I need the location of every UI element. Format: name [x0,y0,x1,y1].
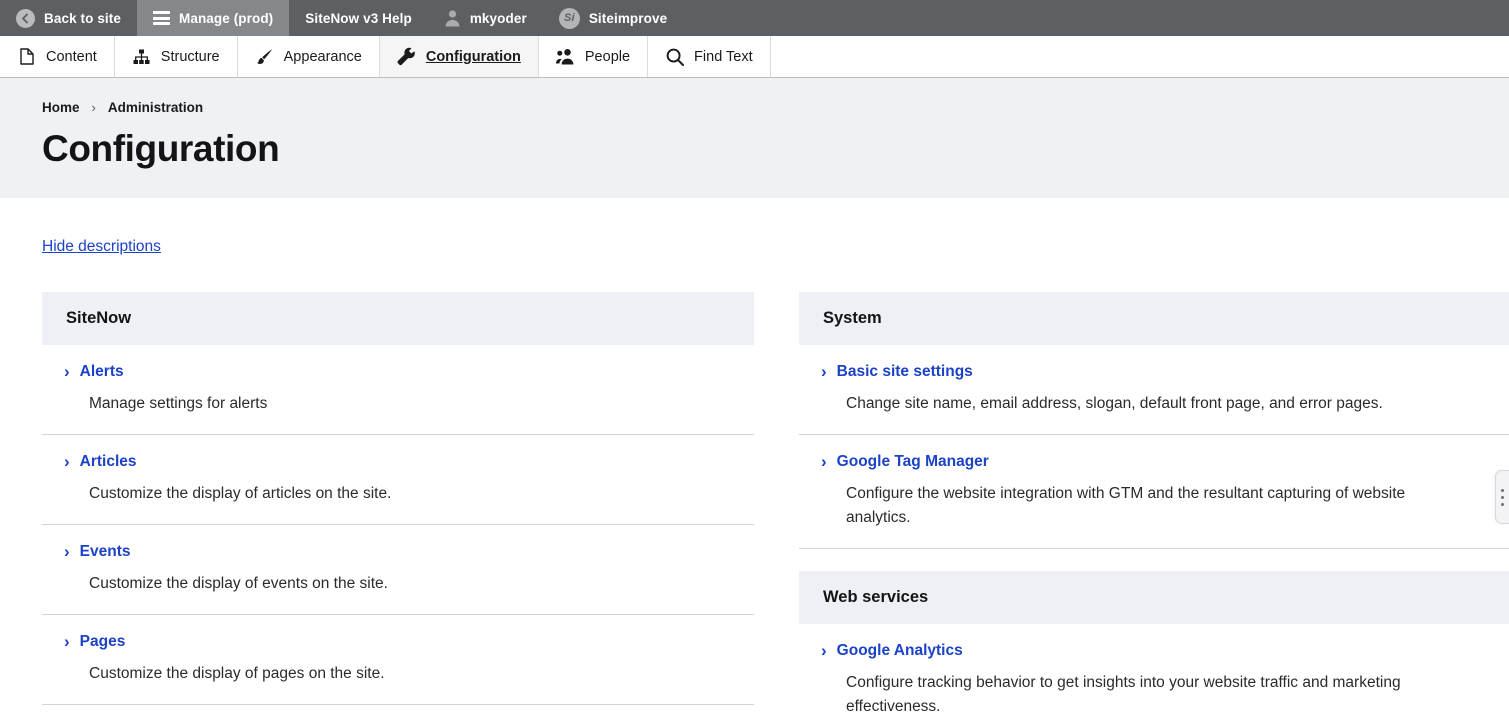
chevron-right-icon: › [64,632,70,652]
page-header: Home › Administration Configuration [0,78,1509,198]
config-item-link-row[interactable]: › Pages [42,632,754,651]
menu-item-appearance[interactable]: Appearance [238,36,380,77]
configuration-columns: SiteNow › Alerts Manage settings for ale… [42,292,1509,718]
config-item-link-row[interactable]: › Alerts [42,362,754,381]
config-item-link-row[interactable]: › Articles [42,452,754,471]
section-title-web-services: Web services [799,571,1509,625]
menu-item-configuration[interactable]: Configuration [379,36,539,77]
config-link-articles[interactable]: Articles [80,453,137,471]
chevron-right-icon: › [821,452,827,472]
menu-item-people[interactable]: People [539,36,649,77]
config-link-pages[interactable]: Pages [80,633,126,651]
section-title-sitenow: SiteNow [42,292,754,345]
grip-dot-icon [1501,502,1504,506]
toolbar-label-siteimprove: Siteimprove [588,10,668,26]
toolbar-item-sitenow-help[interactable]: SiteNow v3 Help [289,0,428,36]
configuration-column-left: SiteNow › Alerts Manage settings for ale… [42,292,754,718]
menu-item-content[interactable]: Content [0,36,115,77]
breadcrumb-item-home[interactable]: Home [42,100,80,115]
config-link-google-tag-manager[interactable]: Google Tag Manager [837,453,989,471]
config-item-google-tag-manager: › Google Tag Manager Configure the websi… [799,435,1509,550]
config-link-alerts[interactable]: Alerts [80,363,124,381]
config-item-alerts: › Alerts Manage settings for alerts [42,345,754,436]
config-item-pages: › Pages Customize the display of pages o… [42,615,754,706]
config-section-system: System › Basic site settings Change site… [799,292,1509,550]
toggle-descriptions-link[interactable]: Hide descriptions [42,238,161,256]
admin-toolbar: Back to site Manage (prod) SiteNow v3 He… [0,0,1509,36]
config-item-basic-site-settings: › Basic site settings Change site name, … [799,345,1509,436]
siteimprove-badge-icon: Si [558,7,580,29]
config-item-people: › People Customize the display of people… [42,705,754,718]
config-item-link-row[interactable]: › Google Analytics [799,641,1509,660]
chevron-right-icon: › [64,452,70,472]
paintbrush-icon [255,47,274,66]
chevron-right-icon: › [64,362,70,381]
sitemap-icon [132,47,151,66]
section-title-system: System [799,292,1509,345]
config-link-google-analytics[interactable]: Google Analytics [837,642,963,660]
menu-item-find-text[interactable]: Find Text [648,36,771,77]
toolbar-label-back-to-site: Back to site [44,10,121,26]
config-desc-google-analytics: Configure tracking behavior to get insig… [846,674,1401,716]
config-link-events[interactable]: Events [80,543,131,561]
config-desc-pages: Customize the display of pages on the si… [89,665,385,683]
grip-dot-icon [1501,488,1504,492]
config-item-link-row[interactable]: › Events [42,542,754,561]
chevron-right-icon: › [821,641,827,661]
chevron-right-icon: › [64,542,70,562]
panel-resize-handle[interactable] [1495,470,1509,524]
chevron-right-icon: › [821,362,827,381]
toolbar-item-back-to-site[interactable]: Back to site [0,0,137,36]
grip-dot-icon [1501,495,1504,499]
admin-menu-bar: Content Structure Appearance Configurati… [0,36,1509,78]
wrench-icon [397,47,416,66]
back-arrow-circle-icon [16,8,35,28]
toolbar-label-username: mkyoder [469,10,527,26]
config-desc-alerts: Manage settings for alerts [89,395,268,412]
config-desc-basic-site-settings: Change site name, email address, slogan,… [846,395,1383,412]
config-item-articles: › Articles Customize the display of arti… [42,435,754,526]
page-title: Configuration [42,128,280,169]
menu-label-people: People [584,48,631,65]
toolbar-item-manage[interactable]: Manage (prod) [136,0,290,36]
hamburger-icon [152,11,170,25]
toolbar-item-user-account[interactable]: mkyoder [428,0,543,36]
config-item-events: › Events Customize the display of events… [42,525,754,616]
menu-label-configuration: Configuration [425,48,521,65]
config-section-sitenow: SiteNow › Alerts Manage settings for ale… [42,292,754,718]
main-content: Hide descriptions SiteNow › Alerts Manag… [0,198,1509,718]
menu-item-structure[interactable]: Structure [115,36,238,77]
people-icon [555,47,575,66]
config-desc-articles: Customize the display of articles on the… [89,485,392,503]
menu-label-appearance: Appearance [283,48,362,65]
menu-label-structure: Structure [160,48,220,65]
search-icon [665,47,684,66]
config-desc-events: Customize the display of events on the s… [89,575,388,593]
config-item-link-row[interactable]: › Google Tag Manager [799,452,1509,471]
configuration-column-right: System › Basic site settings Change site… [799,292,1509,718]
config-item-link-row[interactable]: › Basic site settings [799,362,1509,381]
breadcrumb-separator-icon: › [91,100,96,115]
breadcrumb: Home › Administration [42,100,1509,115]
config-section-web-services: Web services › Google Analytics Configur… [799,571,1509,718]
config-item-google-analytics: › Google Analytics Configure tracking be… [799,624,1509,718]
config-desc-google-tag-manager: Configure the website integration with G… [846,485,1406,527]
toolbar-item-siteimprove[interactable]: Si Siteimprove [543,0,683,36]
toolbar-label-manage: Manage (prod) [178,10,274,26]
breadcrumb-item-administration[interactable]: Administration [108,100,203,115]
toolbar-label-sitenow-help: SiteNow v3 Help [305,10,412,26]
config-link-basic-site-settings[interactable]: Basic site settings [837,363,973,381]
document-icon [17,47,36,66]
menu-label-find-text: Find Text [694,48,753,65]
menu-label-content: Content [46,48,97,65]
user-icon [444,9,461,27]
